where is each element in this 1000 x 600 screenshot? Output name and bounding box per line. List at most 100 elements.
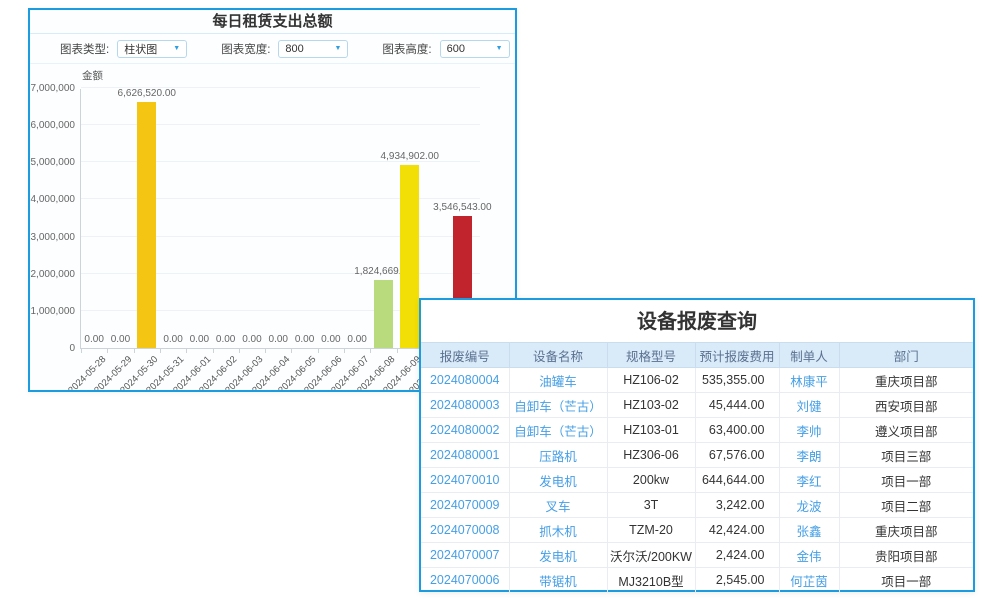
table-cell: 抓木机 [509,518,607,543]
equipment-scrap-query-panel: 设备报废查询 报废编号设备名称规格型号预计报废费用制单人部门 202408000… [419,298,975,592]
table-cell: 重庆项目部 [839,368,973,393]
creator-link[interactable]: 李帅 [796,425,821,439]
table-cell: 2024080001 [421,443,509,468]
bar-value-label: 3,546,543.00 [407,202,517,213]
chart-type-value: 柱状图 [124,41,157,57]
creator-link[interactable]: 李红 [796,475,821,489]
equipment-name-link[interactable]: 油罐车 [539,375,577,389]
table-cell: 发电机 [509,468,607,493]
equipment-name-link[interactable]: 带锯机 [539,575,577,589]
chevron-down-icon: ▼ [173,45,180,52]
chevron-down-icon: ▼ [496,45,503,52]
scrap-id-link[interactable]: 2024070010 [430,473,500,487]
table-cell: 3T [607,493,695,518]
creator-link[interactable]: 何芷茵 [790,575,828,589]
table-title: 设备报废查询 [421,300,973,342]
creator-link[interactable]: 刘健 [796,400,821,414]
chart-type-label: 图表类型: [60,41,109,57]
table-header-row: 报废编号设备名称规格型号预计报废费用制单人部门 [421,343,973,368]
table-cell: 发电机 [509,543,607,568]
chart-width-control: 图表宽度: 800 ▼ [221,40,348,58]
table-row: 2024080004油罐车HZ106-02535,355.00林康平重庆项目部 [421,368,973,393]
x-axis-tick [213,349,214,353]
creator-link[interactable]: 龙波 [796,500,821,514]
equipment-name-link[interactable]: 抓木机 [539,525,577,539]
table-cell: TZM-20 [607,518,695,543]
chart-height-label: 图表高度: [382,41,431,57]
creator-link[interactable]: 张鑫 [796,525,821,539]
table-cell: 何芷茵 [779,568,839,593]
table-cell: 2024080003 [421,393,509,418]
x-axis-tick [265,349,266,353]
equipment-name-link[interactable]: 压路机 [539,450,577,464]
table-row: 2024070010发电机200kw644,644.00李红项目一部 [421,468,973,493]
table-cell: 带锯机 [509,568,607,593]
scrap-id-link[interactable]: 2024080004 [430,373,500,387]
y-axis-title: 金额 [82,68,103,83]
column-header-4: 制单人 [779,343,839,368]
scrap-id-link[interactable]: 2024080002 [430,423,500,437]
column-header-2: 规格型号 [607,343,695,368]
column-header-3: 预计报废费用 [695,343,779,368]
table-cell: 2,424.00 [695,543,779,568]
equipment-name-link[interactable]: 发电机 [539,475,577,489]
scrap-id-link[interactable]: 2024070007 [430,548,500,562]
table-cell: 2024070007 [421,543,509,568]
creator-link[interactable]: 金伟 [796,550,821,564]
chart-width-select[interactable]: 800 ▼ [278,40,348,58]
scrap-id-link[interactable]: 2024070008 [430,523,500,537]
table-cell: 压路机 [509,443,607,468]
table-cell: 67,576.00 [695,443,779,468]
table-cell: 200kw [607,468,695,493]
table-cell: 叉车 [509,493,607,518]
table-row: 2024070009叉车3T3,242.00龙波项目二部 [421,493,973,518]
x-axis-tick [370,349,371,353]
column-header-1: 设备名称 [509,343,607,368]
chart-type-select[interactable]: 柱状图 ▼ [117,40,187,58]
table-cell: 李红 [779,468,839,493]
bar-value-label: 4,934,902.00 [355,151,465,162]
chart-panel-title: 每日租赁支出总额 [30,10,515,34]
table-cell: 42,424.00 [695,518,779,543]
table-row: 2024080001压路机HZ306-0667,576.00李朗项目三部 [421,443,973,468]
chart-width-label: 图表宽度: [221,41,270,57]
y-axis-tick-label: 5,000,000 [28,157,75,168]
table-cell: 龙波 [779,493,839,518]
table-cell: 沃尔沃/200KW [607,543,695,568]
x-axis-tick [397,349,398,353]
chart-width-value: 800 [285,43,303,55]
x-axis-tick [344,349,345,353]
table-cell: 2,545.00 [695,568,779,593]
table-cell: 自卸车（芒古） [509,393,607,418]
bar [137,102,156,348]
scrap-id-link[interactable]: 2024080003 [430,398,500,412]
equipment-name-link[interactable]: 自卸车（芒古） [514,400,602,414]
table-body: 2024080004油罐车HZ106-02535,355.00林康平重庆项目部2… [421,368,973,593]
table-cell: 项目三部 [839,443,973,468]
table-cell: 林康平 [779,368,839,393]
x-axis-tick [160,349,161,353]
table-cell: 李朗 [779,443,839,468]
table-cell: 金伟 [779,543,839,568]
y-axis-tick-label: 1,000,000 [28,306,75,317]
scrap-id-link[interactable]: 2024080001 [430,448,500,462]
bar-value-label: 1,824,669.00 [328,266,438,277]
table-cell: 自卸车（芒古） [509,418,607,443]
table-cell: 2024070008 [421,518,509,543]
y-axis-tick-label: 2,000,000 [28,269,75,280]
creator-link[interactable]: 林康平 [790,375,828,389]
scrap-id-link[interactable]: 2024070006 [430,573,500,587]
equipment-name-link[interactable]: 自卸车（芒古） [514,425,602,439]
table-cell: 张鑫 [779,518,839,543]
x-axis-tick [291,349,292,353]
table-row: 2024080002自卸车（芒古）HZ103-0163,400.00李帅遵义项目… [421,418,973,443]
table-cell: 项目一部 [839,468,973,493]
chart-height-select[interactable]: 600 ▼ [440,40,510,58]
equipment-name-link[interactable]: 叉车 [545,500,570,514]
table-cell: HZ103-02 [607,393,695,418]
bar-value-label: 6,626,520.00 [92,88,202,99]
equipment-name-link[interactable]: 发电机 [539,550,577,564]
scrap-id-link[interactable]: 2024070009 [430,498,500,512]
creator-link[interactable]: 李朗 [796,450,821,464]
table-cell: 2024080002 [421,418,509,443]
